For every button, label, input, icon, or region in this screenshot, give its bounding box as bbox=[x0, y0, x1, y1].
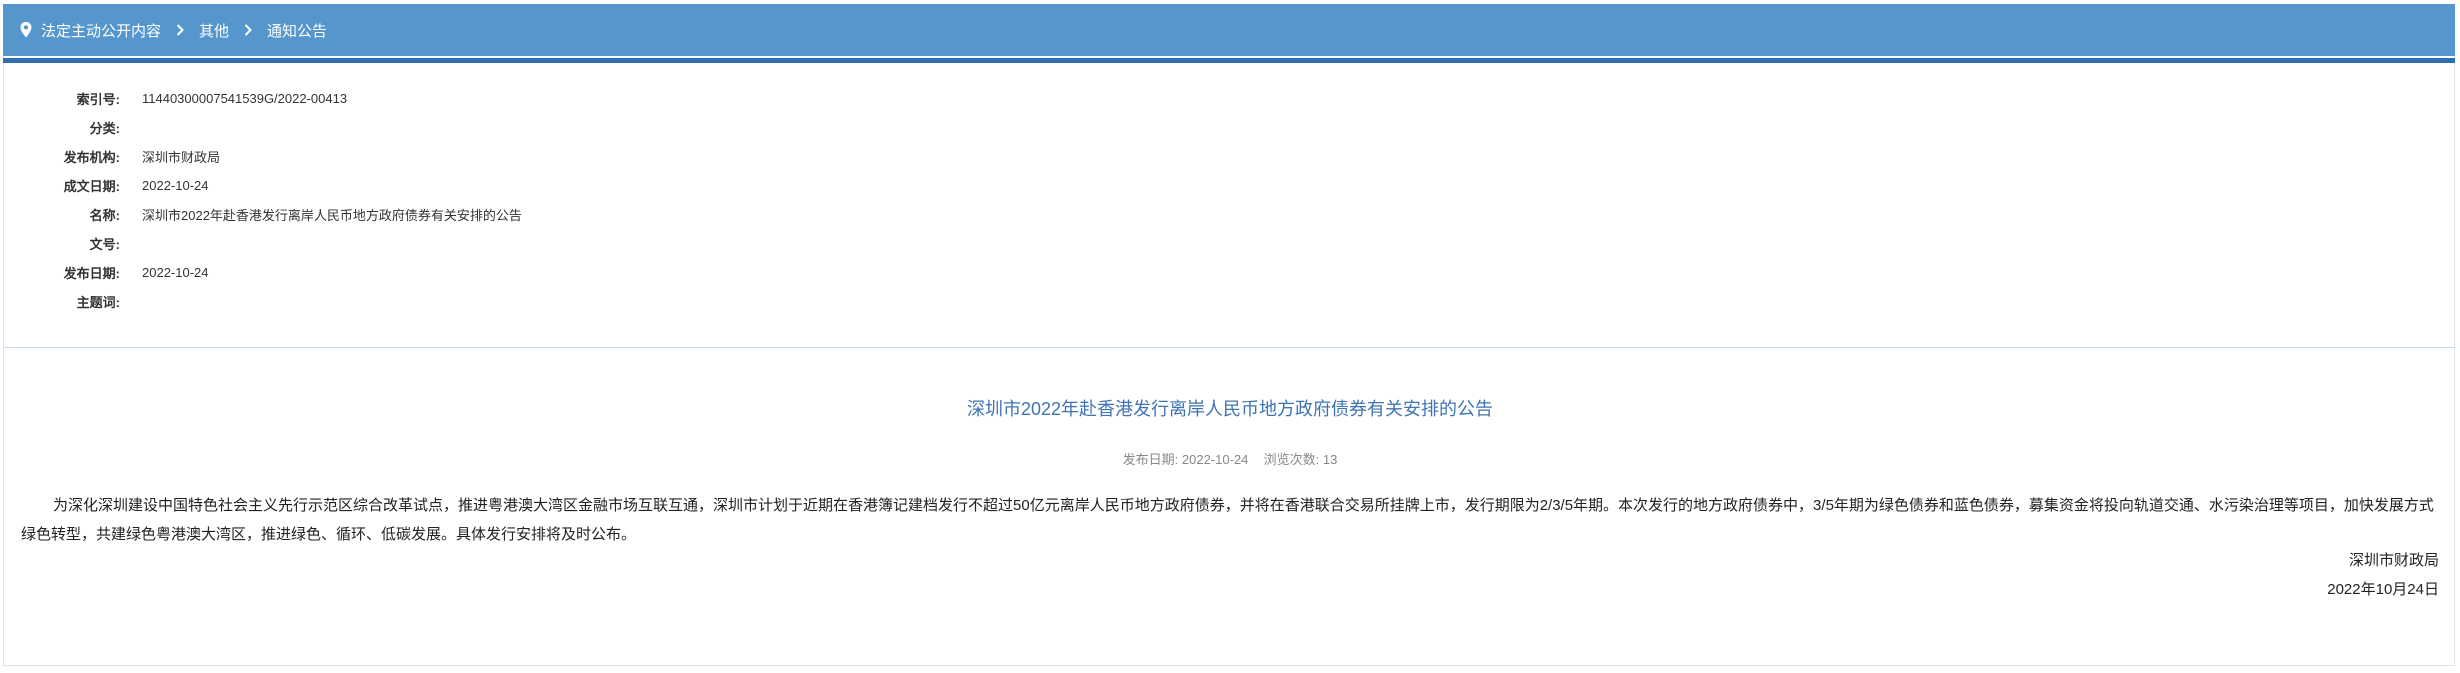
meta-row-category: 分类: bbox=[3, 113, 142, 142]
meta-key: 名称: bbox=[89, 208, 120, 223]
meta-value: 深圳市2022年赴香港发行离岸人民币地方政府债券有关安排的公告 bbox=[142, 208, 522, 223]
view-count-label: 浏览次数: bbox=[1263, 452, 1320, 467]
document-metadata: 索引号: 11440300007541539G/2022-00413 分类: 发… bbox=[3, 63, 2455, 348]
meta-key: 发布机构: bbox=[63, 150, 120, 165]
article-body: 为深化深圳建设中国特色社会主义先行示范区综合改革试点，推进粤港澳大湾区金融市场互… bbox=[21, 497, 2434, 543]
article-title: 深圳市2022年赴香港发行离岸人民币地方政府债券有关安排的公告 bbox=[966, 399, 1494, 419]
meta-row-publisher: 发布机构: 深圳市财政局 bbox=[3, 142, 220, 171]
meta-key: 成文日期: bbox=[63, 179, 120, 194]
breadcrumb-item-public-content[interactable]: 法定主动公开内容 bbox=[41, 20, 161, 41]
meta-value: 11440300007541539G/2022-00413 bbox=[142, 91, 348, 106]
meta-key: 索引号: bbox=[76, 92, 120, 107]
breadcrumb-item-notices[interactable]: 通知公告 bbox=[267, 20, 327, 41]
meta-value: 深圳市财政局 bbox=[142, 150, 221, 165]
meta-key: 文号: bbox=[89, 237, 120, 252]
meta-key: 发布日期: bbox=[63, 266, 120, 281]
publish-date-label: 发布日期: bbox=[1122, 452, 1179, 467]
meta-key: 分类: bbox=[89, 121, 120, 136]
breadcrumb: 法定主动公开内容 其他 通知公告 bbox=[3, 4, 2455, 56]
chevron-right-icon bbox=[244, 24, 252, 36]
location-pin-icon bbox=[20, 22, 32, 38]
meta-row-doc-number: 文号: bbox=[3, 229, 142, 258]
signature-org: 深圳市财政局 bbox=[2348, 552, 2439, 569]
meta-key: 主题词: bbox=[76, 295, 120, 310]
signature-date: 2022年10月24日 bbox=[2327, 581, 2439, 598]
meta-row-written-date: 成文日期: 2022-10-24 bbox=[3, 171, 209, 200]
meta-row-publish-date: 发布日期: 2022-10-24 bbox=[3, 258, 209, 287]
article-info: 发布日期: 2022-10-24 浏览次数: 13 bbox=[0, 449, 2460, 468]
meta-value: 2022-10-24 bbox=[142, 265, 209, 280]
meta-row-name: 名称: 深圳市2022年赴香港发行离岸人民币地方政府债券有关安排的公告 bbox=[3, 200, 522, 229]
breadcrumb-item-other[interactable]: 其他 bbox=[199, 20, 229, 41]
meta-value: 2022-10-24 bbox=[142, 178, 209, 193]
meta-row-keywords: 主题词: bbox=[3, 287, 142, 316]
publish-date: 2022-10-24 bbox=[1181, 452, 1249, 467]
view-count: 13 bbox=[1322, 452, 1338, 467]
chevron-right-icon bbox=[176, 24, 184, 36]
meta-row-index: 索引号: 11440300007541539G/2022-00413 bbox=[3, 84, 347, 113]
